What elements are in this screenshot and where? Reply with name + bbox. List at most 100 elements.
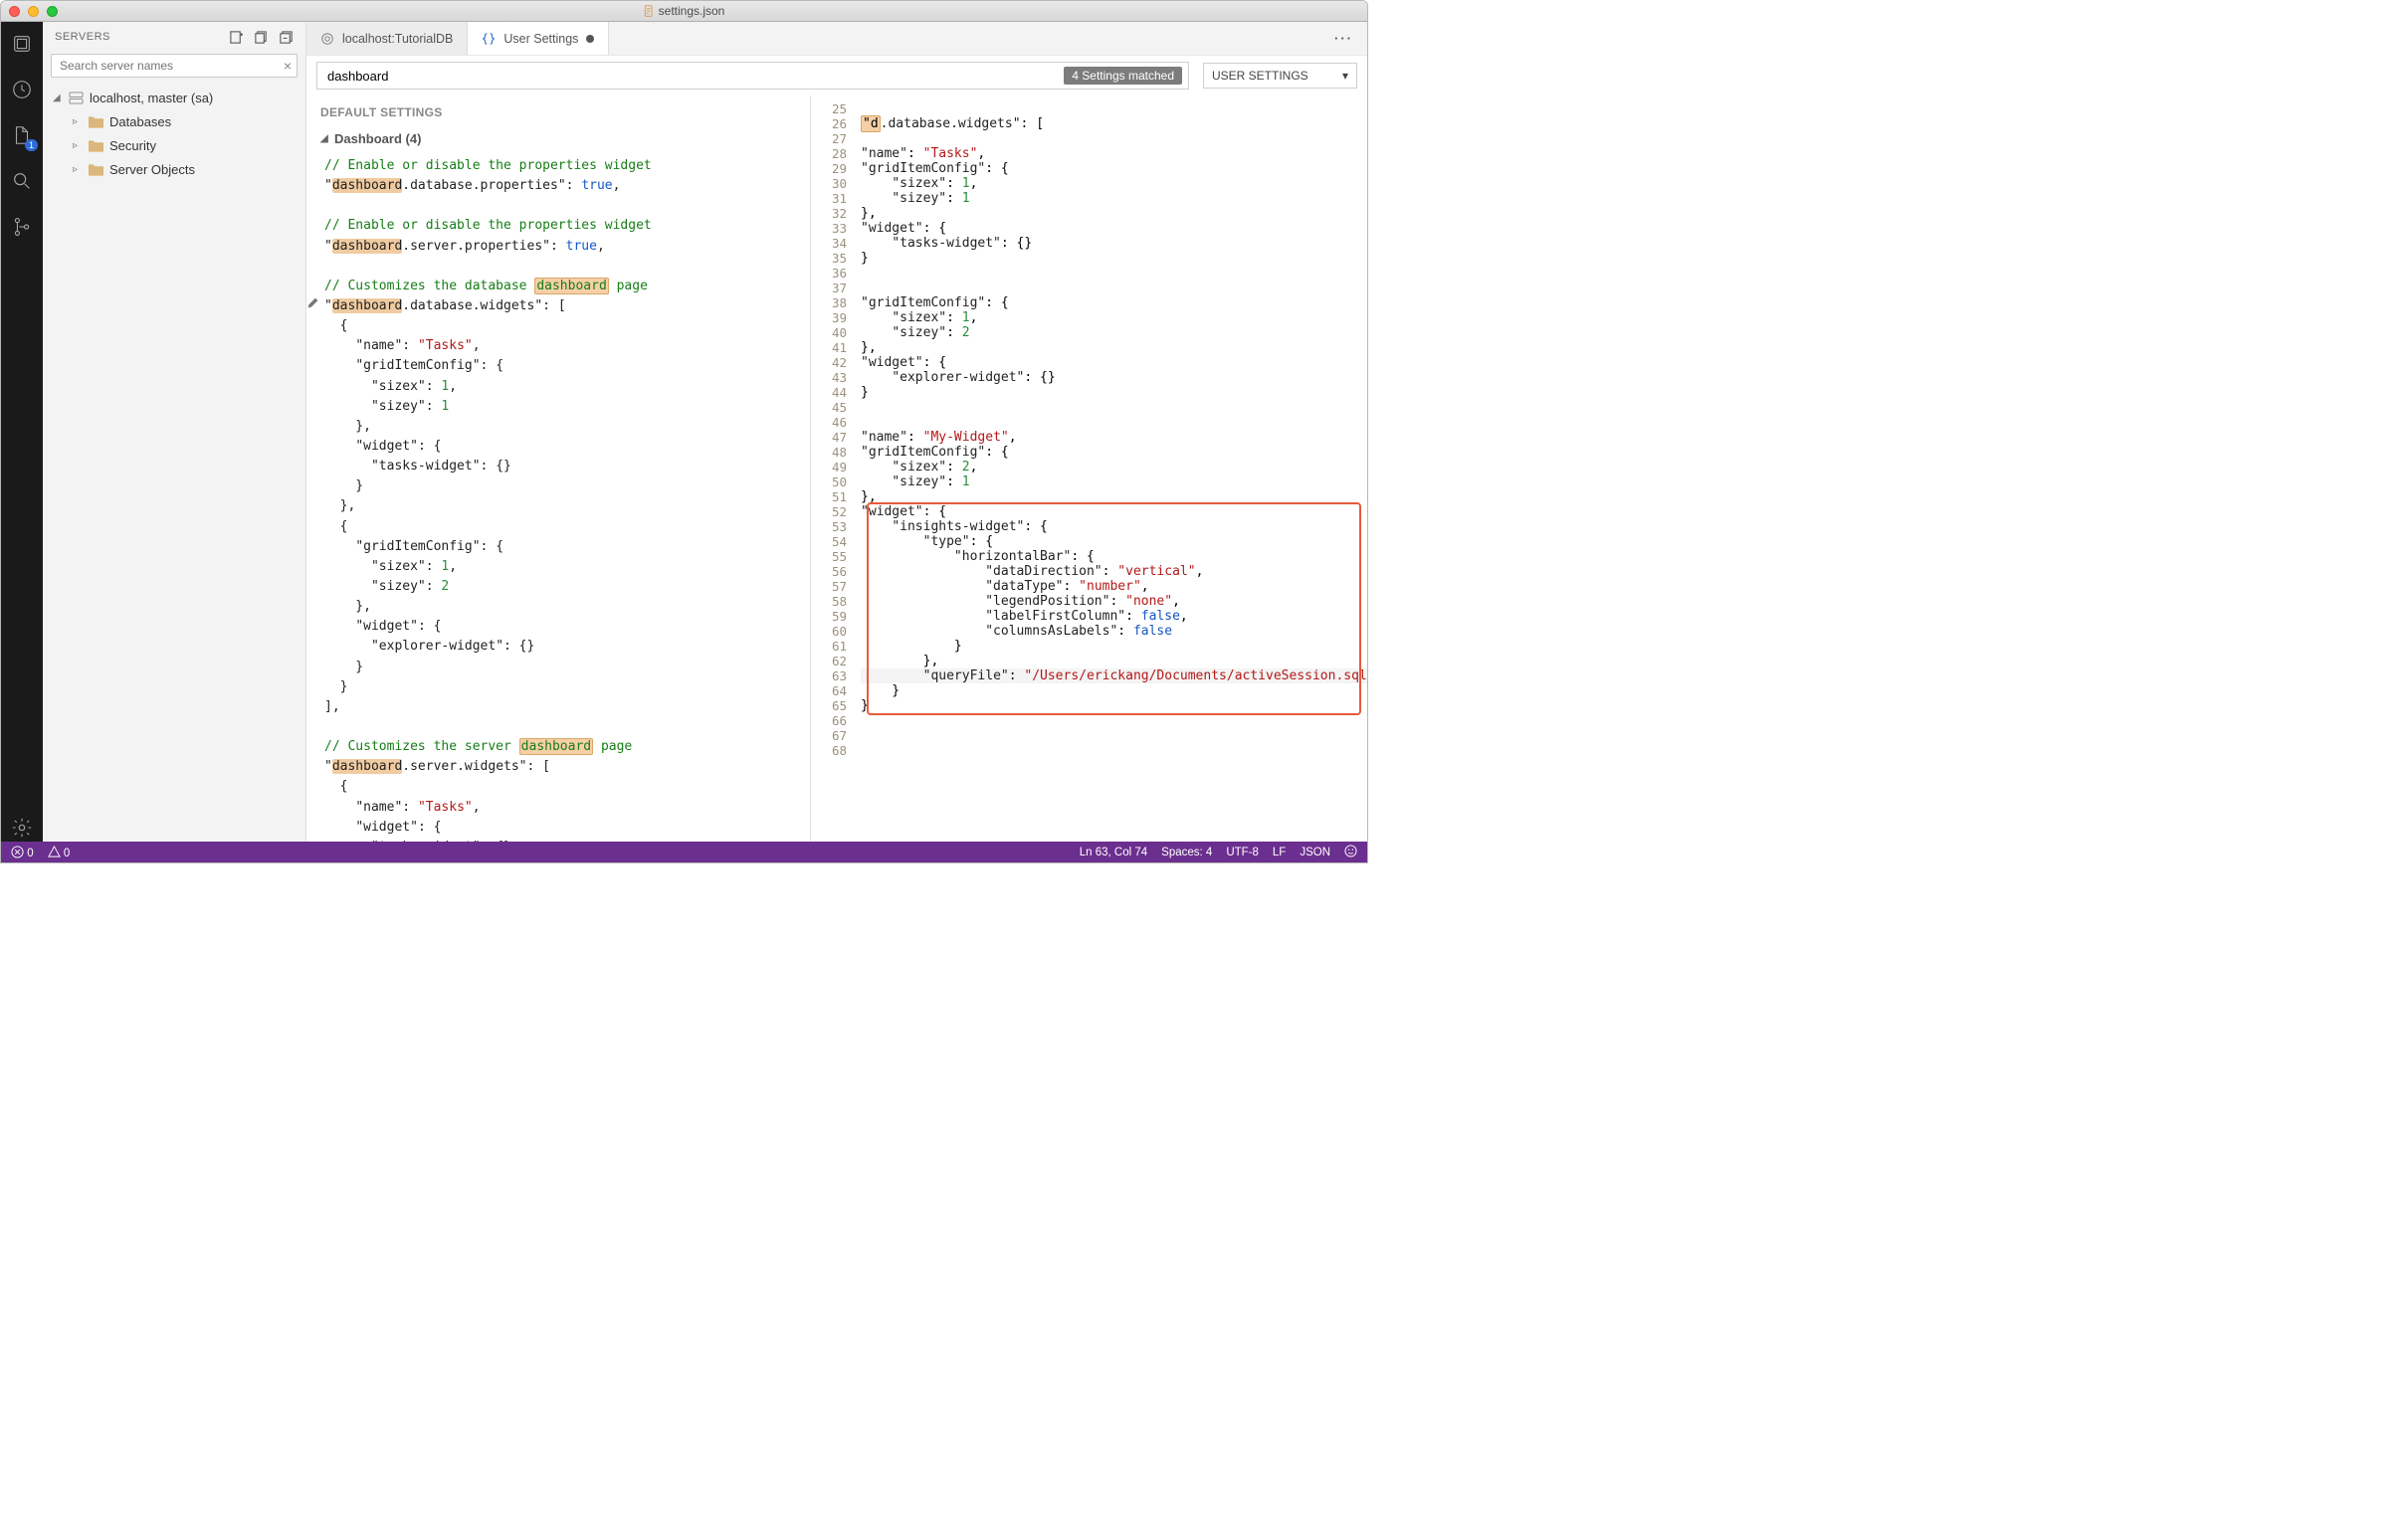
code-line[interactable]: 25 (811, 101, 1367, 116)
code-line[interactable]: 62 }, (811, 654, 1367, 668)
code-line[interactable]: 67 (811, 728, 1367, 743)
source-control-activity-icon[interactable] (8, 213, 36, 241)
minimize-window-button[interactable] (28, 6, 39, 17)
window-controls (9, 6, 58, 17)
badge: 1 (25, 139, 38, 151)
settings-search-input[interactable] (327, 69, 1064, 84)
explorer-activity-icon[interactable]: 1 (8, 121, 36, 149)
user-settings-pane[interactable]: 2526"d.database.widgets": [2728"name": "… (811, 95, 1367, 842)
tab-label: User Settings (503, 32, 578, 46)
code-line[interactable]: 50 "sizey": 1 (811, 475, 1367, 489)
history-activity-icon[interactable] (8, 76, 36, 103)
servers-sidebar: SERVERS × ◢ localhost, master (sa) ▹ Dat… (43, 22, 306, 842)
titlebar: settings.json (1, 1, 1367, 22)
tab-overflow-button[interactable]: ··· (1320, 22, 1367, 55)
code-line[interactable]: 31 "sizey": 1 (811, 191, 1367, 206)
server-tree[interactable]: ◢ localhost, master (sa) ▹ Databases ▹ S… (43, 84, 305, 183)
code-line[interactable]: 34 "tasks-widget": {} (811, 236, 1367, 251)
tree-label: Databases (109, 114, 171, 129)
activity-bar: 1 (1, 22, 43, 842)
servers-activity-icon[interactable] (8, 30, 36, 58)
indentation[interactable]: Spaces: 4 (1161, 847, 1212, 858)
server-search-input[interactable] (51, 54, 298, 78)
code-line[interactable]: 30 "sizex": 1, (811, 176, 1367, 191)
code-line[interactable]: 58 "legendPosition": "none", (811, 594, 1367, 609)
code-line[interactable]: 52"widget": { (811, 504, 1367, 519)
code-line[interactable]: 36 (811, 266, 1367, 281)
code-line[interactable]: 49 "sizex": 2, (811, 460, 1367, 475)
code-line[interactable]: 45 (811, 400, 1367, 415)
sidebar-title: SERVERS (55, 31, 110, 43)
code-line[interactable]: 42"widget": { (811, 355, 1367, 370)
code-line[interactable]: 38"gridItemConfig": { (811, 295, 1367, 310)
server-label: localhost, master (sa) (90, 91, 213, 105)
eol[interactable]: LF (1273, 847, 1286, 858)
code-line[interactable]: 26"d.database.widgets": [ (811, 116, 1367, 131)
folder-icon (89, 163, 103, 176)
code-line[interactable]: 55 "horizontalBar": { (811, 549, 1367, 564)
code-line[interactable]: 46 (811, 415, 1367, 430)
code-line[interactable]: 59 "labelFirstColumn": false, (811, 609, 1367, 624)
new-connection-icon[interactable] (229, 30, 244, 45)
dirty-indicator-icon (586, 35, 594, 43)
code-line[interactable]: 56 "dataDirection": "vertical", (811, 564, 1367, 579)
encoding[interactable]: UTF-8 (1226, 847, 1259, 858)
code-line[interactable]: 51}, (811, 489, 1367, 504)
cursor-position[interactable]: Ln 63, Col 74 (1080, 847, 1147, 858)
default-settings-pane[interactable]: DEFAULT SETTINGS ◢Dashboard (4) // Enabl… (306, 95, 811, 842)
code-line[interactable]: 28"name": "Tasks", (811, 146, 1367, 161)
code-line[interactable]: 41}, (811, 340, 1367, 355)
code-line[interactable]: 63 "queryFile": "/Users/erickang/Documen… (811, 668, 1367, 683)
code-line[interactable]: 53 "insights-widget": { (811, 519, 1367, 534)
code-line[interactable]: 27 (811, 131, 1367, 146)
code-line[interactable]: 48"gridItemConfig": { (811, 445, 1367, 460)
tab-user-settings[interactable]: User Settings (468, 22, 609, 55)
code-line[interactable]: 43 "explorer-widget": {} (811, 370, 1367, 385)
code-line[interactable]: 66 (811, 713, 1367, 728)
tree-label: Server Objects (109, 162, 195, 177)
tab-tutorialdb[interactable]: localhost:TutorialDB (306, 22, 468, 55)
maximize-window-button[interactable] (47, 6, 58, 17)
settings-search[interactable]: 4 Settings matched (316, 62, 1189, 90)
code-line[interactable]: 68 (811, 743, 1367, 758)
code-line[interactable]: 65} (811, 698, 1367, 713)
code-line[interactable]: 54 "type": { (811, 534, 1367, 549)
code-line[interactable]: 64 } (811, 683, 1367, 698)
language-mode[interactable]: JSON (1300, 847, 1330, 858)
collapse-all-icon[interactable] (279, 30, 294, 45)
tree-label: Security (109, 138, 156, 153)
code-line[interactable]: 37 (811, 281, 1367, 295)
edit-pencil-icon[interactable] (306, 296, 319, 316)
file-icon (643, 5, 655, 17)
code-line[interactable]: 33"widget": { (811, 221, 1367, 236)
server-node[interactable]: ◢ localhost, master (sa) (43, 86, 305, 109)
server-icon (69, 92, 84, 104)
search-activity-icon[interactable] (8, 167, 36, 195)
tree-folder-server-objects[interactable]: ▹ Server Objects (43, 157, 305, 181)
tree-folder-databases[interactable]: ▹ Databases (43, 109, 305, 133)
section-dashboard[interactable]: ◢Dashboard (4) (306, 129, 810, 156)
code-line[interactable]: 61 } (811, 639, 1367, 654)
errors-count[interactable]: 0 (11, 846, 34, 859)
tree-folder-security[interactable]: ▹ Security (43, 133, 305, 157)
code-line[interactable]: 44} (811, 385, 1367, 400)
folder-icon (89, 115, 103, 128)
code-line[interactable]: 35} (811, 251, 1367, 266)
code-line[interactable]: 32}, (811, 206, 1367, 221)
code-line[interactable]: 39 "sizex": 1, (811, 310, 1367, 325)
feedback-icon[interactable] (1344, 845, 1357, 860)
code-line[interactable]: 47"name": "My-Widget", (811, 430, 1367, 445)
default-settings-heading: DEFAULT SETTINGS (306, 101, 810, 129)
code-line[interactable]: 57 "dataType": "number", (811, 579, 1367, 594)
close-window-button[interactable] (9, 6, 20, 17)
code-line[interactable]: 29"gridItemConfig": { (811, 161, 1367, 176)
code-line[interactable]: 40 "sizey": 2 (811, 325, 1367, 340)
server-search[interactable]: × (51, 54, 298, 78)
settings-scope-select[interactable]: USER SETTINGS ▾ (1203, 63, 1357, 89)
code-line[interactable]: 60 "columnsAsLabels": false (811, 624, 1367, 639)
settings-gear-icon[interactable] (8, 814, 36, 842)
clear-search-icon[interactable]: × (284, 58, 292, 74)
new-group-icon[interactable] (254, 30, 269, 45)
status-bar: 0 0 Ln 63, Col 74 Spaces: 4 UTF-8 LF JSO… (1, 842, 1367, 862)
warnings-count[interactable]: 0 (48, 846, 71, 859)
